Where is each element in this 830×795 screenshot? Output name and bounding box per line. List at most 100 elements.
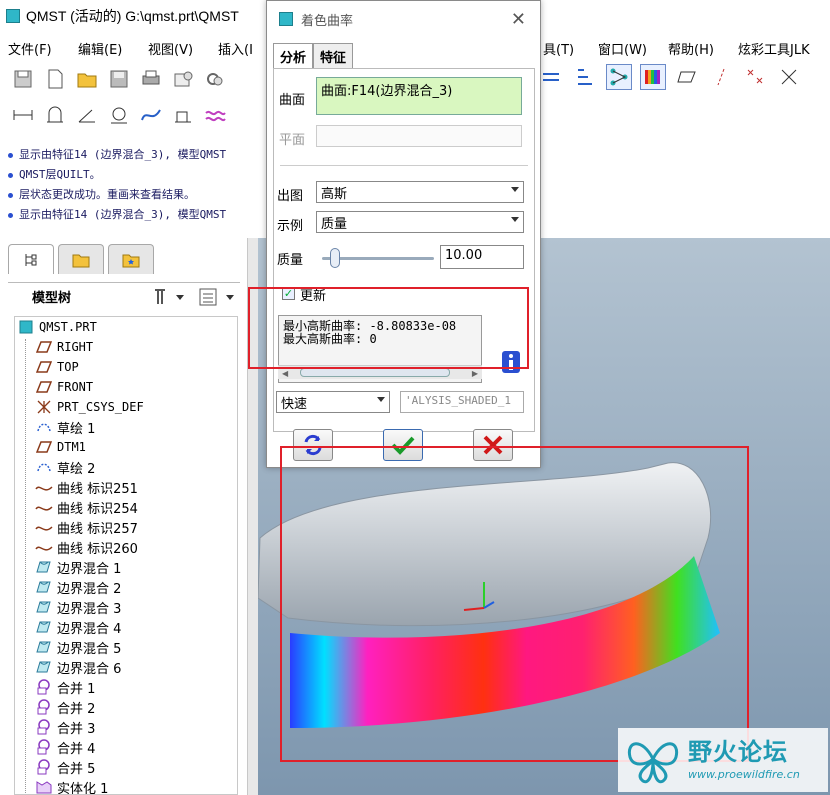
section-icon[interactable] bbox=[42, 102, 68, 128]
tree-item-label: 合并 4 bbox=[57, 741, 96, 757]
menu-jlk-tools[interactable]: 炫彩工具JLK bbox=[738, 39, 810, 58]
menu-tools[interactable]: 具(T) bbox=[543, 39, 574, 58]
layers-icon[interactable] bbox=[538, 64, 564, 90]
tree-item[interactable]: 边界混合 3 bbox=[35, 597, 121, 617]
measure-icon[interactable] bbox=[106, 102, 132, 128]
merge-icon bbox=[35, 678, 53, 696]
print-icon[interactable] bbox=[138, 66, 164, 92]
tree-item-label: 合并 3 bbox=[57, 721, 96, 737]
tree-item-label: DTM1 bbox=[57, 440, 86, 454]
tab-favorites[interactable] bbox=[108, 244, 154, 274]
email-icon[interactable] bbox=[170, 66, 196, 92]
tree-settings-icon[interactable] bbox=[152, 287, 186, 310]
model-tree-header: 模型树 bbox=[8, 282, 240, 310]
save-icon[interactable] bbox=[106, 66, 132, 92]
tree-item[interactable]: DTM1 bbox=[35, 437, 86, 457]
output-select[interactable]: 高斯 bbox=[316, 181, 524, 203]
example-select[interactable]: 质量 bbox=[316, 211, 524, 233]
tree-item[interactable]: 合并 3 bbox=[35, 717, 95, 737]
wave-icon[interactable] bbox=[202, 102, 228, 128]
angle-icon[interactable] bbox=[74, 102, 100, 128]
datum-plane-icon bbox=[35, 378, 53, 396]
csys-eye-icon[interactable] bbox=[776, 64, 802, 90]
tree-item[interactable]: RIGHT bbox=[35, 337, 93, 357]
chevron-down-icon bbox=[377, 397, 385, 402]
tree-item[interactable]: 边界混合 5 bbox=[35, 637, 121, 657]
tree-item[interactable]: FRONT bbox=[35, 377, 93, 397]
tree-item[interactable]: 合并 4 bbox=[35, 737, 95, 757]
model-tree-list[interactable]: QMST.PRT RIGHT TOP FRONT PRT_CSYS_DEF 草绘 1 DT… bbox=[14, 316, 238, 795]
dialog-app-icon bbox=[279, 12, 293, 26]
favorites-icon bbox=[122, 254, 140, 267]
link-icon[interactable] bbox=[202, 66, 228, 92]
quality-input[interactable]: 10.00 bbox=[440, 245, 524, 269]
close-icon[interactable]: ✕ bbox=[511, 9, 526, 30]
hierarchy-icon[interactable] bbox=[572, 64, 598, 90]
tree-item[interactable]: TOP bbox=[35, 357, 79, 377]
tree-item-label: 边界混合 4 bbox=[57, 621, 122, 637]
plane-eye-icon[interactable] bbox=[674, 64, 700, 90]
new-file-icon[interactable] bbox=[42, 66, 68, 92]
boundary-blend-icon bbox=[35, 658, 53, 676]
tree-item[interactable]: 合并 2 bbox=[35, 697, 95, 717]
open-folder-icon[interactable] bbox=[74, 66, 100, 92]
menu-view[interactable]: 视图(V) bbox=[148, 39, 193, 58]
quality-slider-thumb[interactable] bbox=[330, 248, 341, 268]
tree-item[interactable]: PRT_CSYS_DEF bbox=[35, 397, 144, 417]
chevron-down-icon bbox=[511, 187, 519, 192]
analysis-name-field[interactable]: 'ALYSIS_SHADED_1 bbox=[400, 391, 524, 413]
tree-item[interactable]: 边界混合 6 bbox=[35, 657, 121, 677]
tree-item[interactable]: 曲线 标识254 bbox=[35, 497, 138, 517]
solidify-icon bbox=[35, 778, 53, 794]
tree-item[interactable]: 草绘 1 bbox=[35, 417, 95, 437]
window-title: QMST (活动的) G:\qmst.prt\QMST bbox=[26, 8, 239, 24]
example-label: 示例 bbox=[277, 219, 304, 234]
tree-item[interactable]: 曲线 标识257 bbox=[35, 517, 138, 537]
curve-icon bbox=[35, 538, 53, 556]
curve-analysis-icon[interactable] bbox=[138, 102, 164, 128]
app-root: QMST (活动的) G:\qmst.prt\QMST 文件(F) 编辑(E) … bbox=[0, 0, 830, 795]
tree-item-label: 实体化 1 bbox=[57, 781, 109, 795]
tree-item[interactable]: 合并 5 bbox=[35, 757, 95, 777]
tree-item[interactable]: 实体化 1 bbox=[35, 777, 109, 795]
tree-item[interactable]: 边界混合 1 bbox=[35, 557, 121, 577]
tree-item[interactable]: 边界混合 2 bbox=[35, 577, 121, 597]
tree-item[interactable]: 草绘 2 bbox=[35, 457, 95, 477]
tab-model-tree[interactable] bbox=[8, 244, 54, 274]
area-icon[interactable] bbox=[170, 102, 196, 128]
tree-item[interactable]: 曲线 标识260 bbox=[35, 537, 138, 557]
tab-analysis[interactable]: 分析 bbox=[273, 43, 314, 69]
tree-item[interactable]: 合并 1 bbox=[35, 677, 95, 697]
mode-select[interactable]: 快速 bbox=[276, 391, 390, 413]
node-graph-icon[interactable] bbox=[606, 64, 632, 90]
shaded-curvature-icon[interactable] bbox=[640, 64, 666, 90]
tree-item-label: 边界混合 5 bbox=[57, 641, 122, 657]
point-eye-icon[interactable] bbox=[742, 64, 768, 90]
tree-item-label: 曲线 标识260 bbox=[57, 541, 138, 557]
tree-show-icon[interactable] bbox=[198, 287, 238, 310]
tab-feature[interactable]: 特征 bbox=[313, 43, 354, 69]
message-line: 显示由特征14 (边界混合_3), 模型QMST bbox=[8, 146, 226, 162]
axis-eye-icon[interactable] bbox=[708, 64, 734, 90]
surface-collector[interactable]: 曲面:F14(边界混合_3) bbox=[316, 77, 522, 115]
plane-label: 平面 bbox=[279, 133, 306, 148]
menu-insert[interactable]: 插入(I bbox=[218, 39, 253, 58]
message-area: 显示由特征14 (边界混合_3), 模型QMST QMST层QUILT。 层状态… bbox=[0, 140, 270, 232]
dimension-icon[interactable] bbox=[10, 102, 36, 128]
menu-help[interactable]: 帮助(H) bbox=[668, 39, 714, 58]
save-layer-icon[interactable] bbox=[10, 66, 36, 92]
boundary-blend-icon bbox=[35, 618, 53, 636]
merge-icon bbox=[35, 698, 53, 716]
tree-item[interactable]: 边界混合 4 bbox=[35, 617, 121, 637]
plane-collector[interactable] bbox=[316, 125, 522, 147]
annotation-box-model bbox=[280, 446, 749, 762]
tab-folder-browser[interactable] bbox=[58, 244, 104, 274]
output-label: 出图 bbox=[277, 189, 304, 204]
menu-window[interactable]: 窗口(W) bbox=[598, 39, 647, 58]
menu-edit[interactable]: 编辑(E) bbox=[78, 39, 122, 58]
tree-item-label: 边界混合 1 bbox=[57, 561, 122, 577]
tree-root-item[interactable]: QMST.PRT bbox=[17, 317, 97, 337]
merge-icon bbox=[35, 738, 53, 756]
tree-item[interactable]: 曲线 标识251 bbox=[35, 477, 138, 497]
menu-file[interactable]: 文件(F) bbox=[8, 39, 52, 58]
